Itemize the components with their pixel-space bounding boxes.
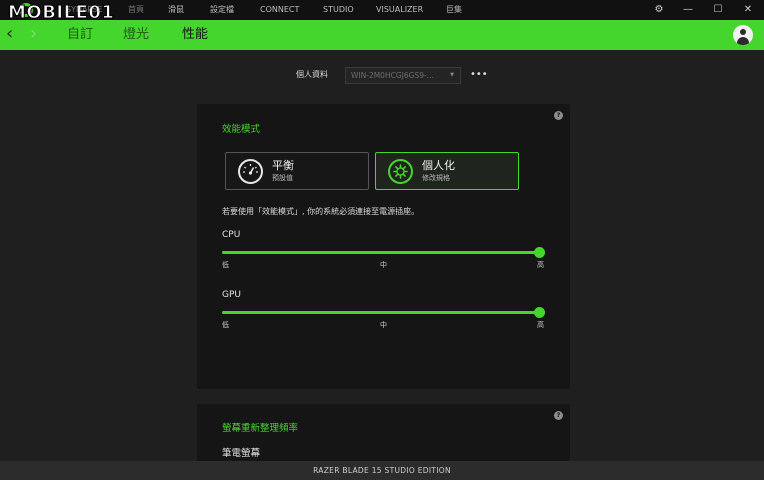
performance-mode-panel: ? 效能模式 平衡 預設值 個人化 修改規格 若要使用「效能模式」, 你的系統必…: [197, 104, 570, 389]
cpu-tick-mid: 中: [380, 261, 387, 269]
tab-performance[interactable]: 性能: [182, 26, 208, 44]
title-bar: MOBILE01 SYNAPSE 首頁 滑鼠 設定檔 CONNECT STUDI…: [0, 0, 764, 24]
profile-label: 個人資料: [296, 70, 328, 79]
laptop-screen-label: 筆電螢幕: [222, 448, 261, 459]
top-nav-connect[interactable]: CONNECT: [260, 0, 299, 20]
speedometer-icon: [238, 159, 263, 184]
performance-mode-title: 效能模式: [222, 124, 261, 135]
more-options-button[interactable]: •••: [470, 68, 488, 82]
cpu-tick-low: 低: [222, 261, 229, 269]
power-note: 若要使用「效能模式」, 你的系統必須連接至電源插座。: [222, 207, 420, 216]
refresh-rate-panel: ? 螢幕重新整理頻率 筆電螢幕: [197, 404, 570, 466]
top-nav-home[interactable]: 首頁: [128, 0, 144, 20]
top-nav-synapse[interactable]: SYNAPSE: [66, 0, 102, 20]
mode-custom-sub: 修改規格: [422, 174, 450, 182]
mode-balanced-sub: 預設值: [272, 174, 293, 182]
help-icon[interactable]: ?: [554, 111, 563, 120]
synapse-window: MOBILE01 SYNAPSE 首頁 滑鼠 設定檔 CONNECT STUDI…: [0, 0, 764, 480]
maximize-button[interactable]: ☐: [704, 0, 732, 20]
cpu-slider-thumb[interactable]: [534, 247, 545, 258]
cpu-slider-track[interactable]: [222, 251, 540, 254]
settings-gear-icon[interactable]: ⚙: [645, 0, 673, 20]
gpu-tick-mid: 中: [380, 321, 387, 329]
mode-balanced-button[interactable]: 平衡 預設值: [225, 152, 369, 190]
help-icon[interactable]: ?: [554, 411, 563, 420]
forward-arrow-icon[interactable]: ›: [30, 24, 37, 44]
top-nav-mouse[interactable]: 滑鼠: [168, 0, 184, 20]
device-tab-bar: ‹ › 自訂 燈光 性能: [0, 20, 764, 50]
profile-value: WIN-2M0HCGJ6GS9-...: [351, 71, 434, 80]
tab-customize[interactable]: 自訂: [67, 26, 93, 44]
back-arrow-icon[interactable]: ‹: [6, 24, 13, 44]
cpu-tick-high: 高: [537, 261, 544, 269]
mode-custom-button[interactable]: 個人化 修改規格: [375, 152, 519, 190]
device-status-bar: RAZER BLADE 15 STUDIO EDITION: [0, 461, 764, 480]
gpu-slider-thumb[interactable]: [534, 307, 545, 318]
tab-lighting[interactable]: 燈光: [123, 26, 149, 44]
user-avatar-icon[interactable]: [733, 25, 753, 45]
gpu-tick-low: 低: [222, 321, 229, 329]
cpu-slider-label: CPU: [222, 230, 241, 240]
top-nav-macro[interactable]: 巨集: [446, 0, 462, 20]
gpu-slider-label: GPU: [222, 290, 241, 300]
mode-balanced-label: 平衡: [272, 159, 294, 172]
minimize-button[interactable]: —: [674, 0, 702, 20]
top-nav-visualizer[interactable]: VISUALIZER: [376, 0, 423, 20]
cog-icon: [388, 159, 413, 184]
mode-custom-label: 個人化: [422, 159, 455, 172]
refresh-rate-title: 螢幕重新整理頻率: [222, 423, 299, 434]
close-button[interactable]: ✕: [734, 0, 762, 20]
top-nav-studio[interactable]: STUDIO: [323, 0, 354, 20]
top-nav-profiles[interactable]: 設定檔: [210, 0, 234, 20]
chevron-down-icon: ▼: [450, 72, 454, 78]
gpu-slider-track[interactable]: [222, 311, 540, 314]
gpu-tick-high: 高: [537, 321, 544, 329]
profile-dropdown[interactable]: WIN-2M0HCGJ6GS9-... ▼: [345, 67, 461, 84]
